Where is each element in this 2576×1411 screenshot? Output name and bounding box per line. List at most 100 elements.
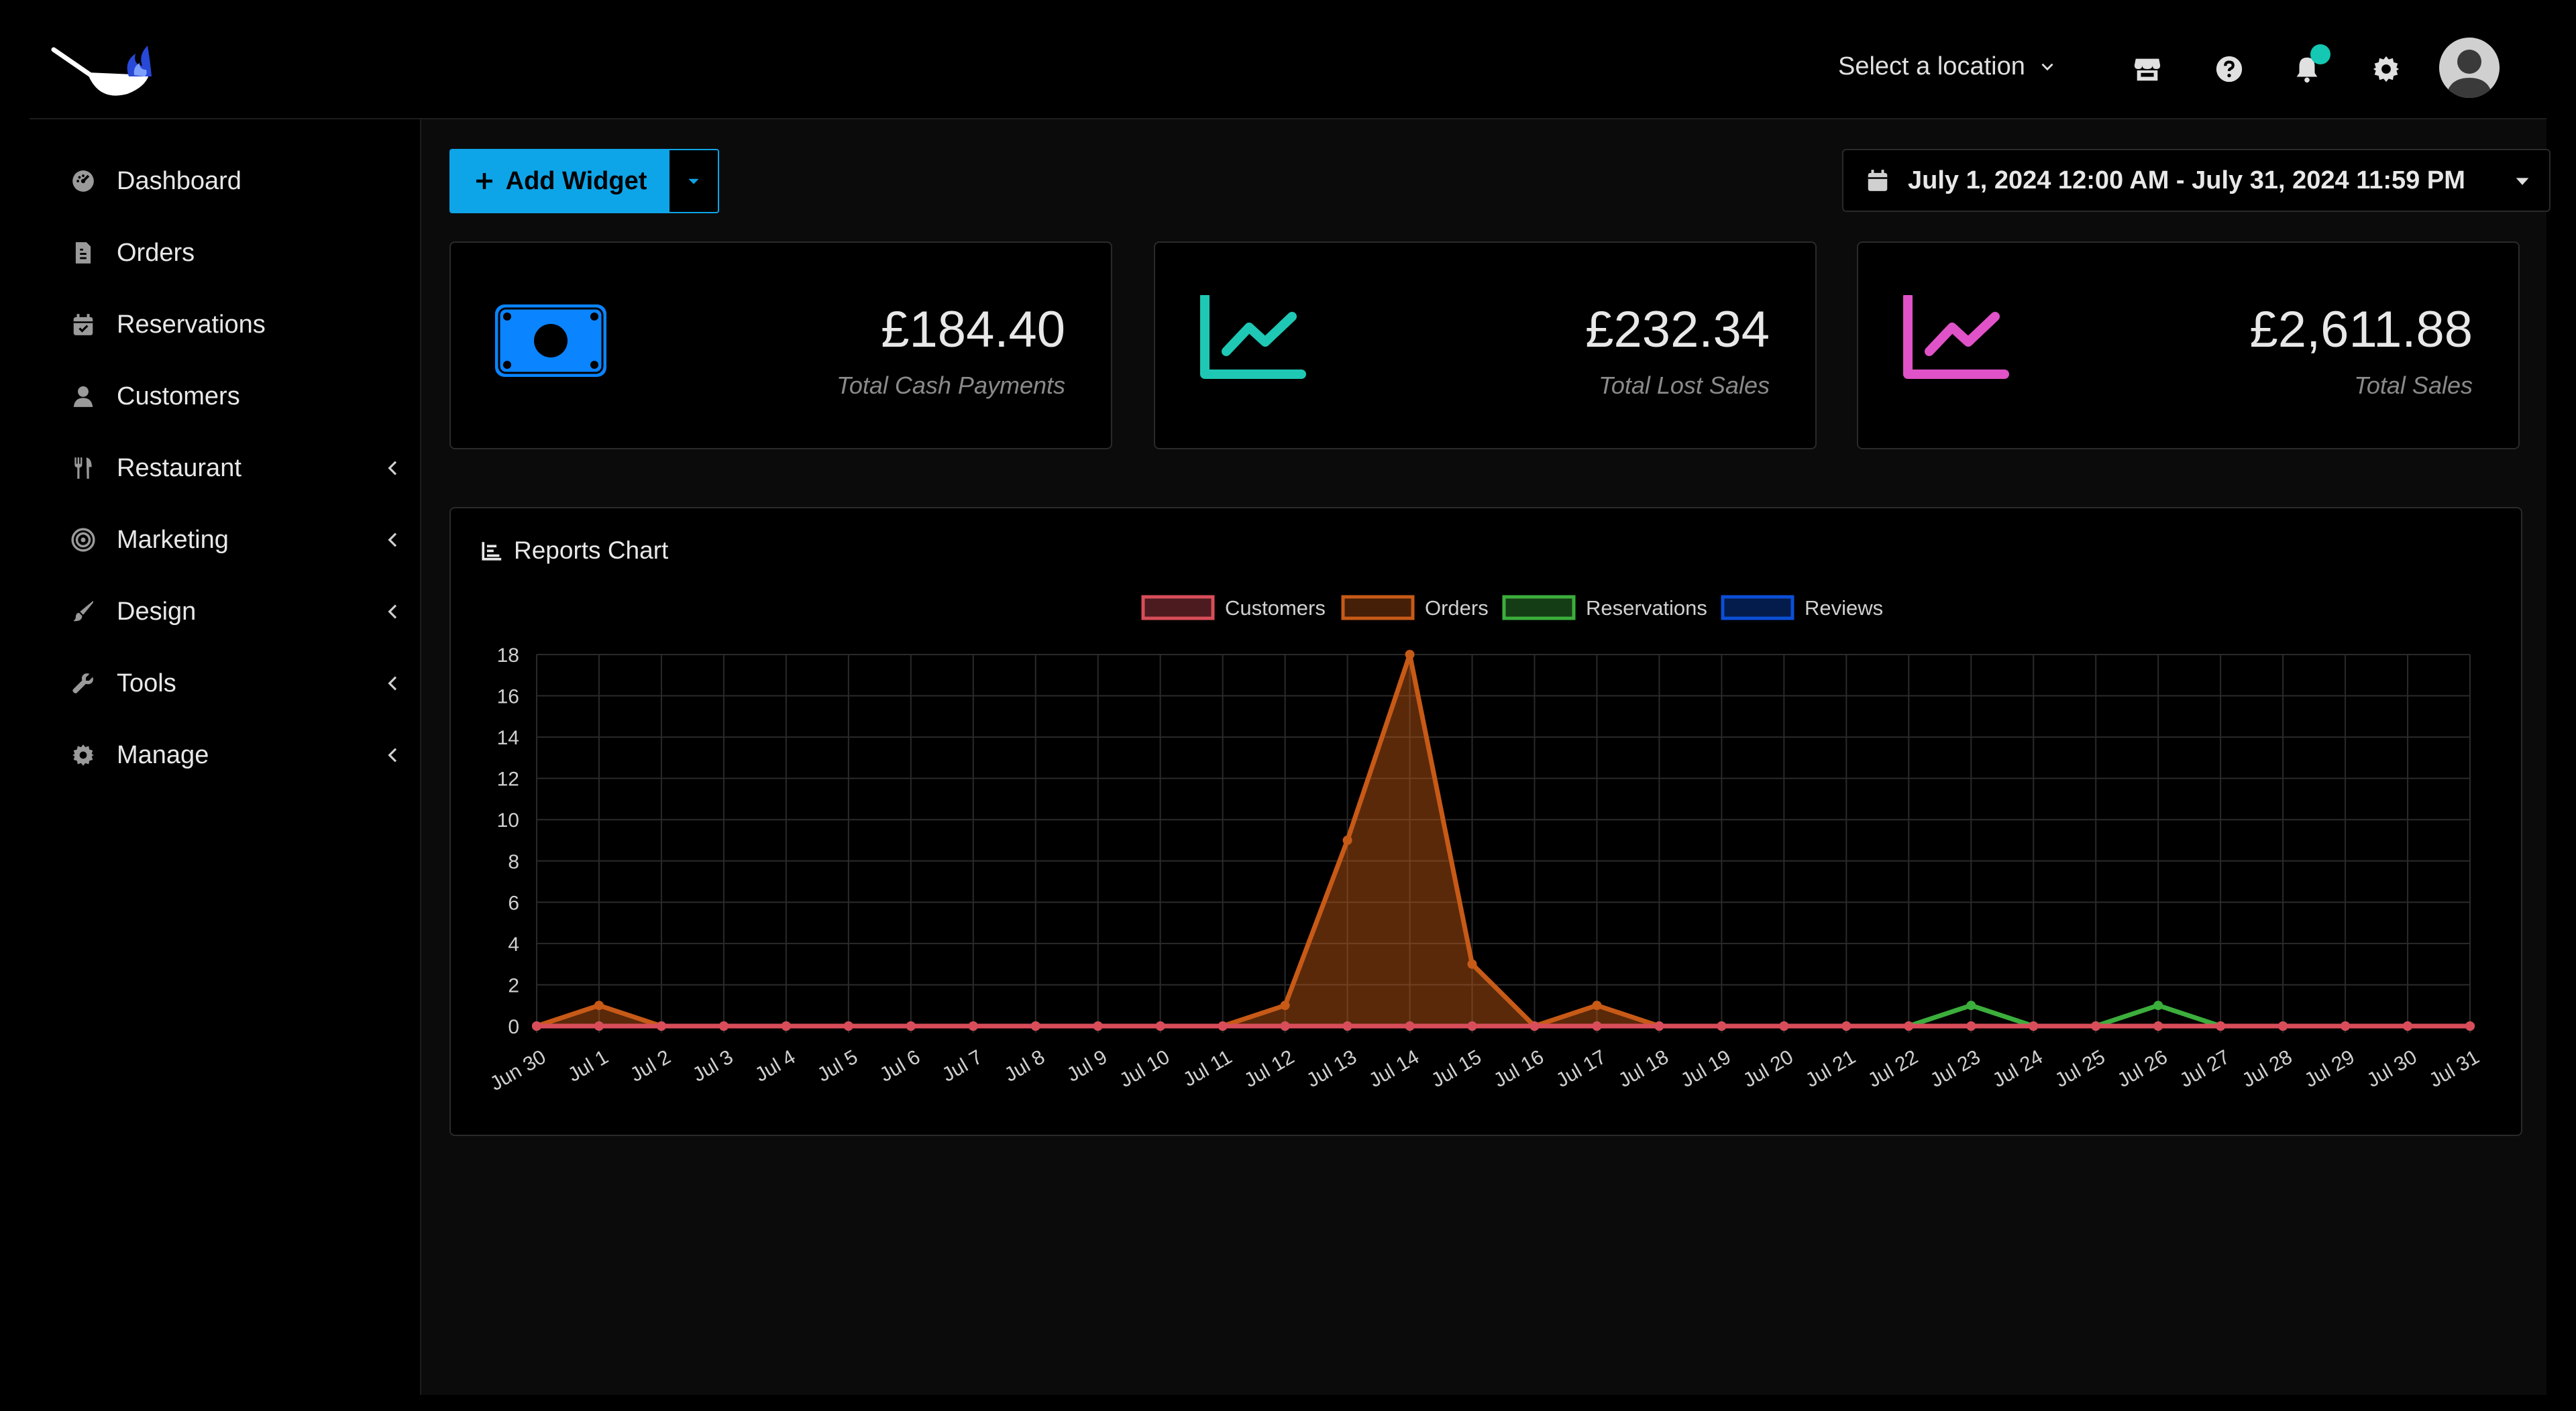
target-icon — [68, 525, 98, 555]
sidebar-item-manage[interactable]: Manage — [68, 728, 404, 782]
data-point — [1779, 1021, 1789, 1031]
sidebar-item-tools[interactable]: Tools — [68, 657, 404, 710]
utensils-icon — [68, 453, 98, 483]
data-point — [718, 1021, 729, 1031]
data-point — [1592, 1001, 1602, 1011]
cog-icon — [68, 740, 98, 770]
store-button[interactable] — [2132, 54, 2163, 84]
chevron-left-icon — [388, 676, 397, 691]
data-point — [1218, 1021, 1228, 1031]
y-tick-label: 10 — [497, 809, 519, 832]
data-point — [1841, 1021, 1851, 1031]
data-point — [1717, 1021, 1727, 1031]
reports-chart-card: 0 2 4 6 8 10 12 14 16 18 Jun 30 Jul 1 Jul 2 Jul 3 Jul … — [449, 507, 2522, 1136]
data-point — [2091, 1021, 2101, 1031]
x-tick-label: Jul 8 — [1001, 1046, 1049, 1086]
sidebar-item-label: Tools — [117, 669, 176, 697]
caret-down-icon — [688, 178, 699, 184]
stat-label: Total Sales — [2354, 372, 2473, 399]
app-frame: Select a location Dashboard Orders Reser… — [30, 0, 2551, 1395]
x-tick-label: Jul 3 — [689, 1046, 737, 1086]
data-point — [1405, 650, 1415, 659]
bar-chart-icon — [482, 542, 502, 561]
sidebar-item-customers[interactable]: Customers — [68, 370, 404, 423]
data-point — [1467, 1021, 1477, 1031]
sidebar-item-dashboard[interactable]: Dashboard — [68, 154, 404, 208]
sidebar-item-orders[interactable]: Orders — [68, 226, 404, 280]
chevron-left-icon — [388, 604, 397, 619]
sidebar-item-label: Orders — [117, 238, 195, 267]
y-tick-label: 8 — [508, 851, 519, 873]
legend-label: Reservations — [1586, 596, 1707, 620]
x-tick-label: Jul 12 — [1240, 1046, 1298, 1092]
gear-icon — [2373, 56, 2400, 82]
data-point — [1529, 1021, 1540, 1031]
location-selector[interactable]: Select a location — [1838, 52, 2056, 81]
add-widget-label: Add Widget — [505, 166, 647, 195]
x-tick-label: Jul 9 — [1063, 1046, 1111, 1086]
sidebar-item-design[interactable]: Design — [68, 585, 404, 638]
stat-card-total-sales: £2,611.88 Total Sales — [1857, 241, 2520, 449]
add-widget-button[interactable]: Add Widget — [451, 150, 669, 212]
y-tick-label: 0 — [508, 1016, 519, 1038]
sidebar-item-label: Marketing — [117, 525, 229, 554]
data-point — [968, 1021, 978, 1031]
legend-label: Orders — [1425, 596, 1489, 620]
legend-swatch — [1141, 595, 1215, 620]
calendar-icon — [68, 310, 98, 339]
data-point — [781, 1021, 791, 1031]
data-point — [1904, 1021, 1914, 1031]
data-point — [1966, 1021, 1976, 1031]
x-tick-label: Jul 27 — [2176, 1046, 2234, 1092]
x-tick-label: Jul 29 — [2301, 1046, 2359, 1092]
data-point — [843, 1021, 853, 1031]
add-widget-dropdown-toggle[interactable] — [669, 150, 718, 212]
plus-icon — [476, 173, 492, 189]
help-button[interactable] — [2214, 54, 2245, 84]
legend-swatch — [1341, 595, 1415, 620]
sidebar-item-restaurant[interactable]: Restaurant — [68, 441, 404, 495]
x-tick-label: Jul 21 — [1802, 1046, 1860, 1092]
y-tick-label: 14 — [497, 727, 519, 749]
date-range-text: July 1, 2024 12:00 AM - July 31, 2024 11… — [1908, 166, 2465, 194]
data-point — [1280, 1021, 1290, 1031]
brush-icon — [68, 597, 98, 626]
data-point — [1155, 1021, 1165, 1031]
help-icon — [2216, 56, 2243, 82]
x-tick-label: Jul 10 — [1116, 1046, 1173, 1092]
x-tick-label: Jul 15 — [1428, 1046, 1485, 1092]
stat-value: £2,611.88 — [2249, 301, 2473, 358]
stat-card-lost-sales: £232.34 Total Lost Sales — [1154, 241, 1817, 449]
calendar-icon — [1868, 170, 1888, 191]
x-tick-label: Jul 13 — [1303, 1046, 1360, 1092]
data-point — [1030, 1021, 1040, 1031]
dashboard-icon — [68, 166, 98, 196]
x-tick-label: Jul 25 — [2051, 1046, 2109, 1092]
y-tick-label: 18 — [497, 644, 519, 667]
y-tick-label: 12 — [497, 769, 519, 791]
date-range-picker[interactable]: July 1, 2024 12:00 AM - July 31, 2024 11… — [1842, 149, 2551, 212]
data-point — [906, 1021, 916, 1031]
sidebar: Dashboard Orders Reservations Customers … — [30, 119, 421, 1395]
settings-button[interactable] — [2371, 54, 2402, 84]
orders-icon — [68, 238, 98, 268]
data-point — [1592, 1021, 1602, 1031]
logo[interactable] — [50, 35, 164, 102]
avatar[interactable] — [2439, 38, 2500, 98]
reports-chart: 0 2 4 6 8 10 12 14 16 18 Jun 30 Jul 1 Jul 2 Jul 3 Jul … — [486, 595, 2483, 1095]
legend-label: Reviews — [1805, 596, 1883, 620]
x-tick-label: Jul 11 — [1179, 1046, 1236, 1090]
data-point — [1342, 836, 1352, 845]
sidebar-item-marketing[interactable]: Marketing — [68, 513, 404, 567]
x-tick-label: Jul 2 — [627, 1046, 674, 1086]
y-tick-label: 4 — [508, 934, 519, 956]
x-tick-label: Jul 16 — [1490, 1046, 1548, 1092]
sidebar-item-reservations[interactable]: Reservations — [68, 298, 404, 351]
data-point — [1280, 1001, 1290, 1011]
stat-card-cash-payments: £184.40 Total Cash Payments — [449, 241, 1112, 449]
data-point — [656, 1021, 666, 1031]
x-tick-label: Jul 1 — [564, 1046, 612, 1086]
x-tick-label: Jul 4 — [751, 1046, 799, 1086]
notification-badge — [2310, 44, 2330, 64]
data-point — [594, 1001, 604, 1011]
